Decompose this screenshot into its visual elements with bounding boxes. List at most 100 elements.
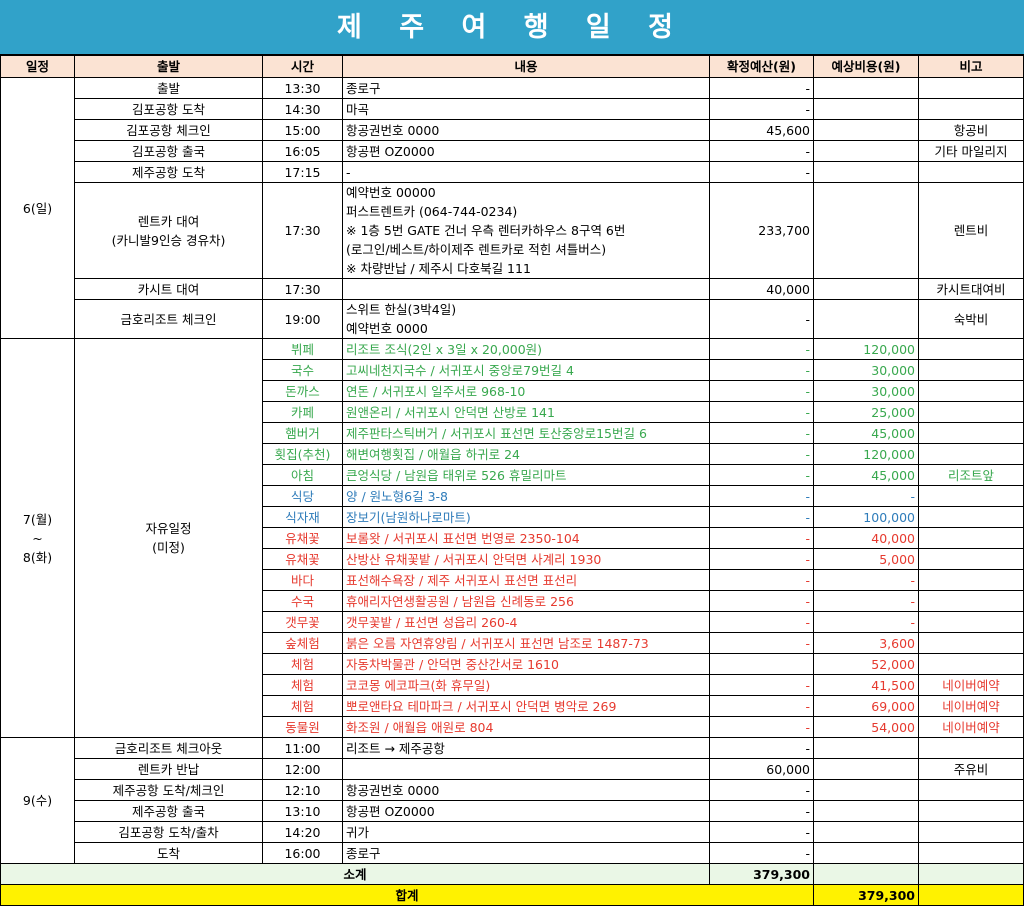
budget-cell: -: [709, 77, 814, 99]
estimate-cell: [813, 182, 919, 279]
estimate-cell: [813, 758, 919, 780]
note-cell: [918, 380, 1024, 402]
content-cell: 고씨네천지국수 / 서귀포시 중앙로79번길 4: [342, 359, 710, 381]
budget-cell: [709, 653, 814, 675]
budget-cell: -: [709, 611, 814, 633]
note-cell: [918, 359, 1024, 381]
note-cell: 네이버예약: [918, 674, 1024, 696]
time-cell: 13:10: [262, 800, 343, 822]
note-cell: [918, 443, 1024, 465]
budget-cell: 233,700: [709, 182, 814, 279]
table-row: 김포공항 도착 14:30 마곡 -: [1, 98, 1024, 120]
content-cell: 항공편 OZ0000: [342, 140, 710, 162]
category-cell: 횟집(추천): [262, 443, 343, 465]
note-cell: [918, 506, 1024, 528]
table-row: 제주공항 출국 13:10 항공편 OZ0000-: [1, 800, 1024, 822]
budget-cell: -: [709, 632, 814, 654]
cell-line: (카니발9인승 경유차): [111, 232, 226, 248]
estimate-cell: 30,000: [813, 380, 919, 402]
note-cell: 네이버예약: [918, 716, 1024, 738]
cell-line: 렌트카 대여: [137, 213, 200, 229]
note-cell: 카시트대여비: [918, 278, 1024, 300]
category-cell: 체험: [262, 674, 343, 696]
subtotal-label: 소계: [0, 863, 710, 885]
note-cell: 숙박비: [918, 299, 1024, 339]
table-row: 김포공항 체크인 15:00 항공권번호 0000 45,600 항공비: [1, 119, 1024, 141]
table-row: 김포공항 출국 16:05 항공편 OZ0000 - 기타 마일리지: [1, 140, 1024, 162]
cell-line: 자유일정: [145, 521, 192, 536]
note-cell: [918, 161, 1024, 183]
estimate-cell: 120,000: [813, 443, 919, 465]
note-cell: [918, 422, 1024, 444]
budget-cell: -: [709, 548, 814, 570]
note-cell: [918, 632, 1024, 654]
budget-cell: -: [709, 161, 814, 183]
estimate-cell: 25,000: [813, 401, 919, 423]
category-cell: 유채꽃: [262, 548, 343, 570]
departure-cell: 렌트카 반납: [74, 758, 263, 780]
estimate-cell: -: [813, 611, 919, 633]
time-cell: 16:05: [262, 140, 343, 162]
time-cell: 14:20: [262, 821, 343, 843]
category-cell: 유채꽃: [262, 527, 343, 549]
note-cell: 렌트비: [918, 182, 1024, 279]
departure-cell: 제주공항 도착/체크인: [74, 779, 263, 801]
table-row: 카시트 대여 17:30 40,000 카시트대여비: [1, 278, 1024, 300]
cell-line: 예약번호 00000: [346, 185, 436, 200]
time-cell: 14:30: [262, 98, 343, 120]
day-label: 6(일): [0, 77, 75, 339]
content-cell: 스위트 한실(3박4일) 예약번호 0000: [342, 299, 710, 339]
cell-line: 퍼스트렌트카 (064-744-0234): [346, 204, 518, 219]
category-cell: 동물원: [262, 716, 343, 738]
category-cell: 국수: [262, 359, 343, 381]
estimate-cell: [813, 161, 919, 183]
table-row: 렌트카 대여 (카니발9인승 경유차) 17:30 예약번호 00000 퍼스트렌트카 …: [1, 182, 1024, 279]
estimate-cell: 100,000: [813, 506, 919, 528]
cell-line: ※ 1층 5번 GATE 건너 우측 렌터카하우스 8구역 6번: [346, 223, 626, 238]
cell-line: 마곡: [346, 101, 370, 117]
table-row: 렌트카 반납 12:00 60,000 주유비: [1, 758, 1024, 780]
budget-cell: -: [709, 338, 814, 360]
content-cell: 화조원 / 애월읍 애원로 804: [342, 716, 710, 738]
estimate-cell: [813, 299, 919, 339]
content-cell: 예약번호 00000 퍼스트렌트카 (064-744-0234) ※ 1층 5번 G…: [342, 182, 710, 279]
budget-cell: -: [709, 401, 814, 423]
time-cell: 11:00: [262, 737, 343, 759]
note-cell: [918, 569, 1024, 591]
content-cell: 뽀로앤타요 테마파크 / 서귀포시 안덕면 병악로 269: [342, 695, 710, 717]
estimate-cell: [813, 800, 919, 822]
note-cell: [918, 653, 1024, 675]
estimate-cell: 3,600: [813, 632, 919, 654]
content-cell: 표선해수욕장 / 제주 서귀포시 표선면 표선리: [342, 569, 710, 591]
note-cell: [918, 821, 1024, 843]
departure-cell: 출발: [74, 77, 263, 99]
departure-cell: 제주공항 도착: [74, 161, 263, 183]
time-cell: 12:00: [262, 758, 343, 780]
budget-cell: -: [709, 359, 814, 381]
budget-cell: -: [709, 716, 814, 738]
total-note: [918, 884, 1024, 906]
cell-line: (미정): [152, 540, 185, 555]
category-cell: 햄버거: [262, 422, 343, 444]
content-cell: 항공권번호 0000: [342, 119, 710, 141]
note-cell: [918, 737, 1024, 759]
time-cell: 17:15: [262, 161, 343, 183]
budget-cell: -: [709, 821, 814, 843]
content-cell: 리조트 → 제주공항: [342, 737, 710, 759]
cell-line: 스위트 한실(3박4일): [346, 302, 457, 317]
time-cell: 17:30: [262, 182, 343, 279]
content-cell: 제주판타스틱버거 / 서귀포시 표선면 토산중앙로15번길 6: [342, 422, 710, 444]
note-cell: [918, 485, 1024, 507]
estimate-cell: [813, 98, 919, 120]
category-cell: 체험: [262, 695, 343, 717]
note-cell: [918, 800, 1024, 822]
note-cell: [918, 548, 1024, 570]
departure-cell: 금호리조트 체크아웃: [74, 737, 263, 759]
time-cell: 15:00: [262, 119, 343, 141]
content-cell: 장보기(남원하나로마트): [342, 506, 710, 528]
cell-line: 7(월): [22, 511, 53, 527]
note-cell: [918, 611, 1024, 633]
estimate-cell: [813, 842, 919, 864]
note-cell: [918, 779, 1024, 801]
time-cell: 16:00: [262, 842, 343, 864]
